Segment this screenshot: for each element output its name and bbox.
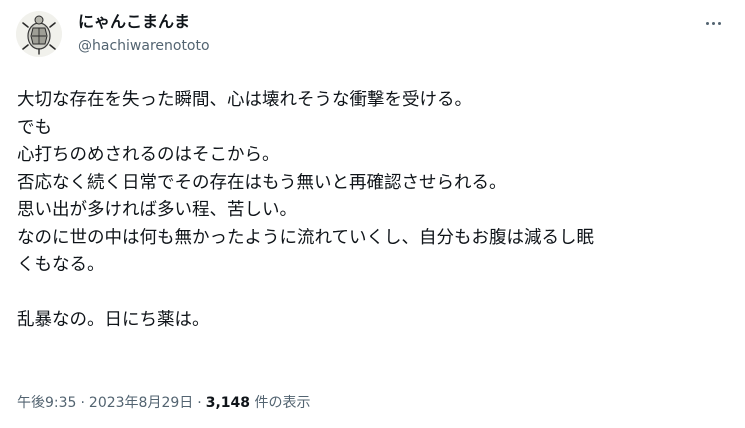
- turtle-avatar-icon: [16, 11, 62, 57]
- separator-dot: ·: [197, 395, 202, 411]
- views-count: 3,148: [205, 395, 251, 411]
- tweet-text-line: 乱暴なの。日にち薬は。: [17, 310, 210, 330]
- more-horizontal-icon-dot: [711, 21, 715, 25]
- user-handle[interactable]: @hachiwarenototo: [78, 36, 210, 56]
- tweet-card: にゃんこまんま @hachiwarenototo 大切な存在を失った瞬間、心は壊…: [0, 0, 745, 428]
- more-horizontal-icon: [705, 21, 709, 25]
- tweet-date[interactable]: 2023年8月29日: [89, 395, 193, 411]
- tweet-text-line: でも: [17, 117, 52, 138]
- tweet-text-line: 否応なく続く日常でその存在はもう無いと再確認させられる。: [17, 172, 507, 193]
- tweet-text: 大切な存在を失った瞬間、心は壊れそうな衝撃を受ける。 でも 心打ちのめされるのは…: [17, 87, 732, 335]
- more-options-button[interactable]: [696, 10, 730, 36]
- tweet-text-line: 思い出が多ければ多い程、苦しい。: [17, 200, 297, 220]
- tweet-text-line: 心打ちのめされるのはそこから。: [17, 145, 280, 165]
- avatar[interactable]: [16, 11, 62, 57]
- tweet-text-line: 大切な存在を失った瞬間、心は壊れそうな衝撃を受ける。: [17, 90, 472, 110]
- views-label: 件の表示: [250, 395, 311, 411]
- tweet-metadata: 午後9:35 · 2023年8月29日 · 3,148 件の表示: [17, 393, 310, 413]
- tweet-time[interactable]: 午後9:35: [17, 395, 76, 411]
- tweet-text-line: くもなる。: [17, 255, 105, 275]
- separator-dot: ·: [80, 395, 85, 411]
- tweet-text-line: [17, 280, 732, 308]
- display-name[interactable]: にゃんこまんま: [78, 11, 190, 33]
- tweet-text-line: なのに世の中は何も無かったように流れていくし、自分もお腹は減るし眠: [17, 227, 594, 248]
- more-horizontal-icon-dot: [717, 21, 721, 25]
